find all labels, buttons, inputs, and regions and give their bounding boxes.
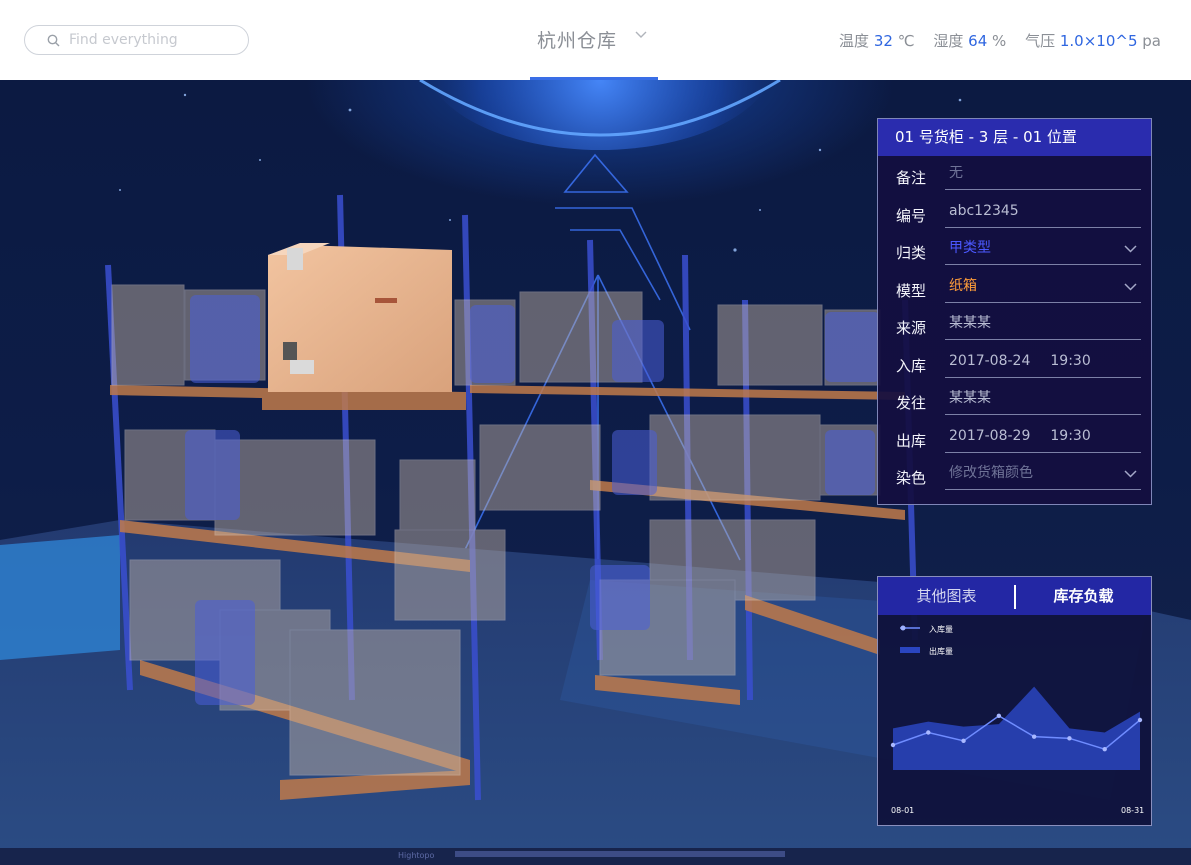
chart-tabs: 其他图表 库存负载 [878, 577, 1151, 615]
scene-watermark: Hightopo [398, 851, 434, 860]
legend-dot-icon [900, 625, 906, 631]
row-model: 模型 纸箱 [878, 269, 1151, 307]
legend-label: 入库量 [929, 624, 953, 634]
field-label: 来源 [896, 319, 927, 337]
row-inbound: 入库 2017-08-24 19:30 [878, 344, 1151, 382]
legend-area-icon [900, 647, 920, 653]
search-box[interactable] [24, 25, 249, 55]
field-label: 归类 [896, 244, 927, 262]
row-remark: 备注 无 [878, 156, 1151, 194]
inbound-point [1102, 746, 1107, 752]
chevron-down-icon [1124, 245, 1137, 253]
inbound-datetime-field[interactable]: 2017-08-24 19:30 [945, 350, 1141, 378]
top-bar: 杭州仓库 温度 32 ℃ 湿度 64 % 气压 1.0×10^5 pa [0, 0, 1191, 80]
row-outbound: 出库 2017-08-29 19:30 [878, 419, 1151, 457]
environment-readout: 温度 32 ℃ 湿度 64 % 气压 1.0×10^5 pa [839, 30, 1161, 51]
inbound-point [996, 713, 1002, 719]
legend-label: 出库量 [929, 646, 953, 656]
code-field[interactable]: abc12345 [945, 200, 1141, 228]
pressure-readout: 气压 1.0×10^5 pa [1025, 32, 1161, 50]
row-color: 染色 修改货箱颜色 [878, 456, 1151, 494]
search-icon [47, 34, 60, 47]
category-select[interactable]: 甲类型 [945, 237, 1141, 265]
item-info-panel: 01 号货柜 - 3 层 - 01 位置 备注 无 编号 abc12345 归类… [877, 118, 1152, 505]
temperature-readout: 温度 32 ℃ [839, 32, 915, 50]
field-label: 发往 [896, 394, 927, 412]
inbound-point [1067, 736, 1072, 741]
row-destination: 发往 某某某 [878, 381, 1151, 419]
chevron-down-icon [635, 31, 647, 38]
row-source: 来源 某某某 [878, 306, 1151, 344]
field-label: 出库 [896, 431, 927, 450]
field-label: 编号 [896, 206, 927, 225]
outbound-area [893, 686, 1140, 770]
remark-field[interactable]: 无 [945, 162, 1141, 190]
inbound-point [1031, 734, 1037, 739]
field-label: 模型 [896, 281, 927, 300]
inbound-point [926, 730, 931, 735]
inbound-point [890, 742, 896, 748]
field-label: 入库 [896, 356, 927, 375]
model-select[interactable]: 纸箱 [945, 275, 1141, 303]
inbound-point [961, 738, 966, 744]
warehouse-name: 杭州仓库 [537, 30, 618, 52]
warehouse-selector[interactable]: 杭州仓库 [530, 0, 658, 80]
selected-crate[interactable] [268, 243, 452, 392]
tab-inventory-load[interactable]: 库存负载 [1015, 577, 1152, 615]
humidity-readout: 湿度 64 % [933, 32, 1007, 50]
chevron-down-icon [1124, 470, 1137, 478]
row-category: 归类 甲类型 [878, 231, 1151, 269]
destination-field[interactable]: 某某某 [945, 387, 1141, 415]
search-input[interactable] [69, 30, 239, 50]
color-select[interactable]: 修改货箱颜色 [945, 462, 1141, 490]
tab-other-charts[interactable]: 其他图表 [878, 577, 1015, 615]
inventory-load-chart: 入库量 出库量 08-01 08-31 [890, 624, 1144, 815]
inbound-point [1137, 717, 1143, 723]
field-label: 备注 [896, 169, 927, 187]
source-field[interactable]: 某某某 [945, 312, 1141, 340]
warehouse-3d-view[interactable]: Hightopo 01 号货柜 - 3 层 - 01 位置 备注 无 编号 ab… [0, 80, 1191, 865]
chart-panel: 其他图表 库存负载 入库量 出库量 08-01 08-31 [877, 576, 1152, 826]
outbound-datetime-field[interactable]: 2017-08-29 19:30 [945, 425, 1141, 453]
chevron-down-icon [1124, 282, 1137, 291]
field-label: 染色 [896, 469, 927, 487]
x-tick-label: 08-01 [891, 806, 914, 815]
panel-title: 01 号货柜 - 3 层 - 01 位置 [878, 119, 1151, 156]
row-code: 编号 abc12345 [878, 194, 1151, 232]
x-tick-label: 08-31 [1121, 806, 1144, 815]
